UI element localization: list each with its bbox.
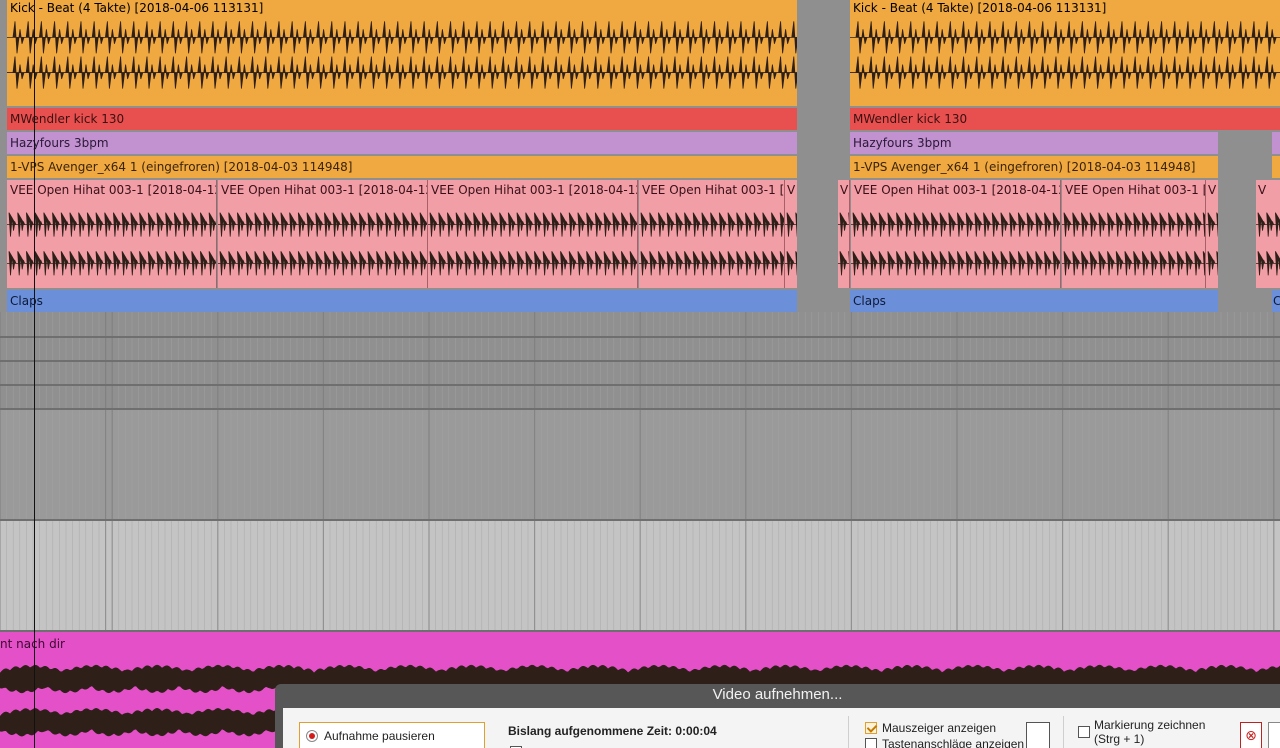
more-button[interactable] [1268,722,1280,748]
waveform-path [785,212,797,276]
elapsed-time: Bislang aufgenommene Zeit: 0:00:04 [508,724,717,738]
clip-label: V [840,183,849,197]
clip-claps-2[interactable]: Claps [850,290,1218,312]
waveform-path [7,21,797,89]
clip-label: MWendler kick 130 [853,112,968,126]
show-cursor-label: Mauszeiger anzeigen [882,721,997,735]
clip-label: V [787,183,796,197]
clip-label: C [1273,294,1280,308]
close-icon[interactable]: ⊗ [1240,722,1262,748]
clip-label: VEE Open Hihat 003-1 [2 [642,183,785,197]
clip-waveform [1062,212,1205,276]
clip-hihat-7[interactable]: VEE Open Hihat 003-1 [2018-04-12 [851,180,1061,288]
clip-mwendler-2[interactable]: MWendler kick 130 [850,108,1280,130]
clip-vps-1[interactable]: 1-VPS Avenger_x64 1 (eingefroren) [2018-… [7,156,797,178]
key-display-box [1026,722,1050,748]
clip-hihat-4[interactable]: VEE Open Hihat 003-1 [2 [639,180,785,288]
waveform-path [850,21,1280,89]
clip-hihat-3[interactable]: VEE Open Hihat 003-1 [2018-04-12 [428,180,638,288]
clip-label: 1-VPS Avenger_x64 1 (eingefroren) [2018-… [10,160,353,174]
lane-divider [0,384,1280,386]
clip-waveform [838,212,849,276]
clip-kick-2[interactable]: Kick - Beat (4 Takte) [2018-04-06 113131… [850,0,1280,106]
clip-mwendler-1[interactable]: MWendler kick 130 [7,108,797,130]
waveform-path [1206,212,1218,276]
clip-waveform [785,212,797,276]
waveform-path [1062,212,1205,276]
clip-waveform [218,212,427,276]
divider [1063,716,1064,748]
clip-claps-3[interactable]: C [1272,290,1280,312]
clip-label: VEE Open Hihat 003-1 [2018-04-12 [854,183,1061,197]
clip-waveform [428,212,637,276]
record-video-dialog: Video aufnehmen... Aufnahme pausieren Bi… [275,684,1280,748]
show-cursor-checkbox[interactable] [865,722,877,734]
clip-claps-1[interactable]: Claps [7,290,797,312]
clip-waveform [7,21,797,89]
waveform-path [428,212,637,276]
clip-label: nt nach dir [0,637,65,651]
clip-label: Claps [853,294,886,308]
clip-hihat-5[interactable]: V [785,180,797,288]
lane-divider [0,360,1280,362]
clip-label: 1-VPS Avenger_x64 1 (eingefroren) [2018-… [853,160,1196,174]
clip-hazy-2[interactable]: Hazyfours 3bpm [850,132,1218,154]
clip-hihat-8[interactable]: VEE Open Hihat 003-1 [2 [1062,180,1206,288]
clip-label: Hazyfours 3bpm [10,136,109,150]
clip-label: Kick - Beat (4 Takte) [2018-04-06 113131… [10,1,264,15]
waveform-path [7,212,216,276]
clip-hihat-1[interactable]: VEE Open Hihat 003-1 [2018-04-12 [7,180,217,288]
clip-hihat-10[interactable]: V [1256,180,1280,288]
clip-label: Hazyfours 3bpm [853,136,952,150]
show-keys-label: Tastenanschläge anzeigen [882,737,1025,748]
draw-marking-checkbox[interactable] [1078,726,1090,738]
record-icon [306,730,318,742]
draw-marking-shortcut: (Strg + 1) [1094,732,1145,746]
waveform-path [639,212,784,276]
clip-label: Kick - Beat (4 Takte) [2018-04-06 113131… [853,1,1107,15]
clip-label: V [1258,183,1267,197]
playhead[interactable] [34,0,35,748]
clip-vps-3[interactable] [1272,156,1280,178]
clip-label: MWendler kick 130 [10,112,125,126]
draw-marking-label: Markierung zeichnen [1094,718,1206,732]
lane-divider [0,336,1280,338]
dialog-body: Aufnahme pausieren Bislang aufgenommene … [283,708,1280,748]
dialog-title: Video aufnehmen... [712,686,843,703]
clip-hazy-1[interactable]: Hazyfours 3bpm [7,132,797,154]
clip-hihat-9[interactable]: V [1206,180,1218,288]
waveform-path [218,212,427,276]
clip-waveform [639,212,784,276]
arrangement-view: Kick - Beat (4 Takte) [2018-04-06 113131… [0,0,1280,748]
divider [848,716,849,748]
clip-label: VEE Open Hihat 003-1 [2018-04-12 [10,183,217,197]
clip-waveform [851,212,1060,276]
lane-divider [0,519,1280,521]
waveform-path [851,212,1060,276]
clip-hihat-6[interactable]: V [838,180,850,288]
waveform-path [838,212,849,276]
waveform-path [1256,212,1280,276]
clip-label: Claps [10,294,43,308]
clip-waveform [1206,212,1218,276]
show-keys-checkbox[interactable] [865,738,877,748]
clip-label: VEE Open Hihat 003-1 [2018-04-12 [221,183,428,197]
lane-divider [0,408,1280,410]
pause-recording-button[interactable]: Aufnahme pausieren [299,722,485,748]
clip-waveform [1256,212,1280,276]
clip-label: V [1208,183,1217,197]
clip-kick-1[interactable]: Kick - Beat (4 Takte) [2018-04-06 113131… [7,0,797,106]
pause-recording-label: Aufnahme pausieren [324,729,435,743]
clip-label: VEE Open Hihat 003-1 [2018-04-12 [431,183,638,197]
clip-waveform [850,21,1280,89]
clip-waveform [7,212,216,276]
clip-vps-2[interactable]: 1-VPS Avenger_x64 1 (eingefroren) [2018-… [850,156,1218,178]
clip-hihat-2[interactable]: VEE Open Hihat 003-1 [2018-04-12 [218,180,428,288]
clip-hazy-3[interactable] [1272,132,1280,154]
clip-label: VEE Open Hihat 003-1 [2 [1065,183,1206,197]
